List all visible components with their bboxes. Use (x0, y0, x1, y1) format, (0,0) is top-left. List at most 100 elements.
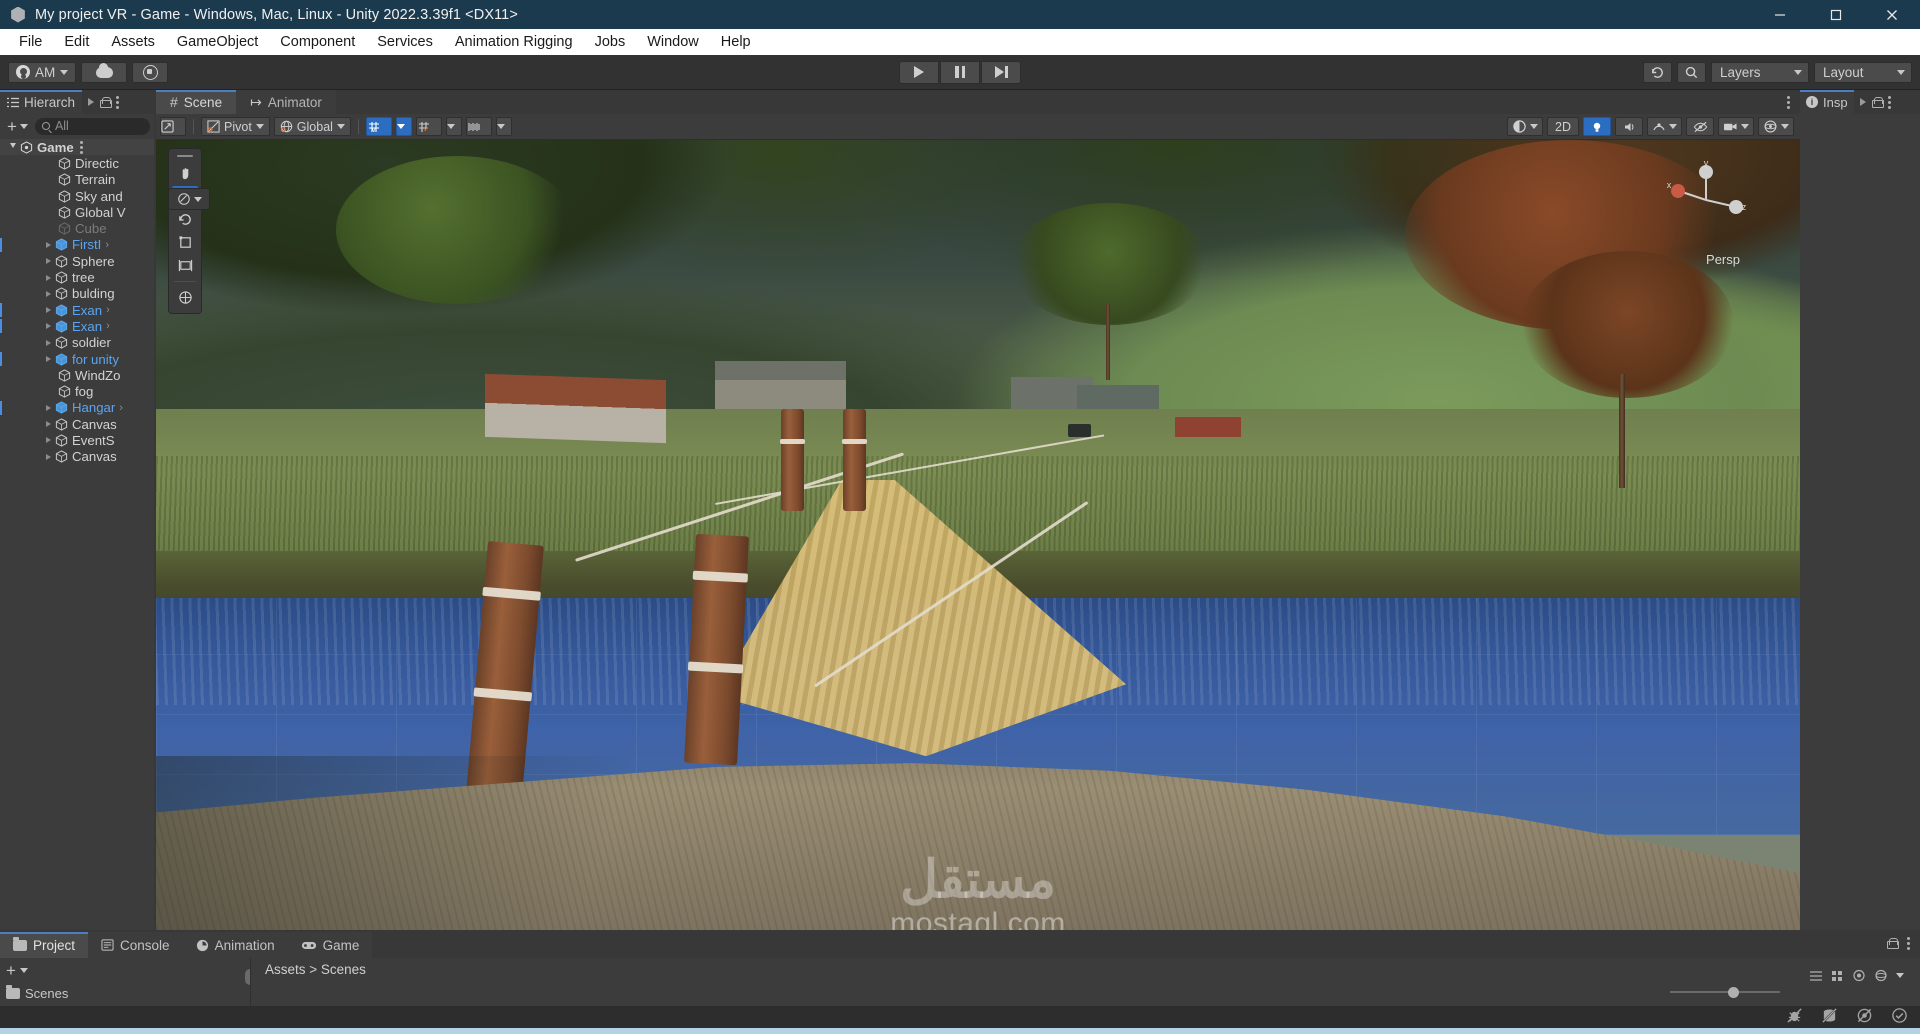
kebab-menu-icon[interactable] (1787, 96, 1790, 109)
lock-icon[interactable] (100, 96, 113, 108)
hierarchy-root-row[interactable]: Game (0, 139, 154, 156)
foldout-icon[interactable] (46, 453, 51, 460)
snap-increment-dropdown[interactable] (445, 117, 462, 136)
menu-animation-rigging[interactable]: Animation Rigging (444, 32, 584, 52)
grid-snapping-button[interactable]: v (365, 117, 392, 136)
transform-tool[interactable] (172, 287, 198, 308)
thumbnail-size-slider[interactable] (1670, 986, 1780, 998)
snap-increment-button[interactable] (415, 117, 442, 136)
kebab-menu-icon[interactable] (116, 95, 120, 109)
hierarchy-row[interactable]: Exan › (0, 318, 154, 334)
history-button[interactable] (1643, 61, 1672, 83)
scale-tool[interactable] (172, 232, 198, 253)
close-icon[interactable] (1864, 0, 1920, 29)
scene-view-options-button[interactable] (168, 188, 210, 210)
hierarchy-row[interactable]: Directic (0, 155, 154, 171)
hierarchy-row[interactable]: FirstI › (0, 237, 154, 253)
foldout-icon[interactable] (46, 258, 51, 265)
maximize-icon[interactable] (1808, 0, 1864, 29)
foldout-icon[interactable] (46, 339, 51, 346)
hidden-objects-toggle[interactable] (1686, 117, 1714, 136)
foldout-icon[interactable] (46, 290, 51, 297)
chevron-right-icon[interactable]: › (106, 320, 110, 332)
hierarchy-row[interactable]: Terrain (0, 172, 154, 188)
gizmos-dropdown[interactable] (1758, 117, 1794, 136)
hierarchy-row[interactable]: Canvas (0, 449, 154, 465)
layout-dropdown[interactable]: Layout (1814, 61, 1912, 83)
menu-gameobject[interactable]: GameObject (166, 32, 269, 52)
foldout-icon[interactable] (46, 307, 51, 314)
scene-viewport[interactable]: y z x Persp مستقل mostaql.com (156, 140, 1800, 930)
hierarchy-row[interactable]: Sky and (0, 188, 154, 204)
tab-scene[interactable]: # Scene (156, 90, 237, 114)
database-mute-icon[interactable] (1821, 1007, 1838, 1028)
project-add-button[interactable]: + (6, 962, 244, 979)
hierarchy-tree[interactable]: Game Directic Terrain Sky and Global V Cube F… (0, 138, 154, 930)
grid-view-icon[interactable] (1831, 970, 1844, 982)
menu-help[interactable]: Help (710, 32, 762, 52)
grid-visual-dropdown[interactable] (495, 117, 512, 136)
minimize-icon[interactable] (1752, 0, 1808, 29)
chevron-right-icon[interactable]: › (106, 304, 110, 316)
hierarchy-search-input[interactable]: All (34, 117, 150, 135)
hierarchy-row[interactable]: Hangar › (0, 400, 154, 416)
chevron-right-icon[interactable]: › (119, 402, 123, 414)
foldout-icon[interactable] (46, 274, 51, 281)
menu-component[interactable]: Component (269, 32, 366, 52)
rotate-tool[interactable] (172, 209, 198, 230)
account-button[interactable]: AM (8, 61, 77, 83)
hierarchy-row[interactable]: Exan › (0, 302, 154, 318)
hierarchy-row[interactable]: fog (0, 383, 154, 399)
foldout-open-icon[interactable] (10, 143, 16, 151)
chevron-down-icon[interactable] (1896, 973, 1904, 978)
scene-camera-icon[interactable] (1852, 969, 1866, 982)
draw-mode-dropdown[interactable] (1507, 117, 1543, 136)
menu-edit[interactable]: Edit (53, 32, 100, 52)
hierarchy-row[interactable]: Sphere (0, 253, 154, 269)
hierarchy-row[interactable]: EventS (0, 432, 154, 448)
kebab-menu-icon[interactable] (1907, 937, 1910, 950)
layers-dropdown[interactable]: Layers (1711, 61, 1809, 83)
hierarchy-row[interactable]: bulding (0, 286, 154, 302)
tab-console[interactable]: Console (88, 932, 183, 958)
toggle-2d-button[interactable]: 2D (1547, 117, 1579, 136)
project-content-pane[interactable]: Assets > Scenes (250, 958, 1920, 1006)
slider-knob[interactable] (1728, 986, 1739, 998)
tab-animation[interactable]: Animation (182, 932, 288, 958)
scene-orientation-gizmo[interactable]: y z x (1664, 158, 1748, 242)
kebab-menu-icon[interactable] (79, 140, 83, 154)
lock-icon[interactable] (1887, 938, 1899, 949)
tab-game[interactable]: Game (287, 932, 373, 958)
pivot-dropdown[interactable]: Pivot (201, 117, 270, 136)
hierarchy-row[interactable]: Canvas (0, 416, 154, 432)
tab-hierarchy[interactable]: Hierarch (0, 90, 83, 114)
scene-camera-dropdown[interactable] (1718, 117, 1754, 136)
audio-toggle[interactable] (1615, 117, 1643, 136)
palette-grip[interactable] (177, 155, 193, 157)
menu-services[interactable]: Services (366, 32, 444, 52)
menu-assets[interactable]: Assets (100, 32, 166, 52)
expand-arrow-icon[interactable] (88, 98, 95, 106)
chevron-right-icon[interactable]: › (105, 239, 109, 251)
global-dropdown[interactable]: Global (273, 117, 351, 136)
tab-project[interactable]: Project (0, 932, 89, 958)
hierarchy-row[interactable]: Global V (0, 204, 154, 220)
search-button[interactable] (1677, 61, 1706, 83)
menu-file[interactable]: File (8, 32, 53, 52)
rect-tool[interactable] (172, 255, 198, 276)
tab-animator[interactable]: ↦ Animator (236, 90, 336, 114)
foldout-icon[interactable] (46, 356, 51, 362)
foldout-icon[interactable] (46, 421, 51, 428)
foldout-icon[interactable] (46, 437, 51, 444)
pause-button[interactable] (940, 60, 980, 84)
step-button[interactable] (981, 60, 1021, 84)
effects-dropdown[interactable] (1647, 117, 1682, 136)
hierarchy-row[interactable]: WindZo (0, 367, 154, 383)
hierarchy-row[interactable]: for unity (0, 351, 154, 367)
menu-window[interactable]: Window (636, 32, 710, 52)
lighting-toggle[interactable] (1583, 117, 1611, 136)
hierarchy-row[interactable]: tree (0, 269, 154, 285)
gizmos-icon[interactable] (1874, 969, 1888, 982)
expand-arrow-icon[interactable] (1859, 98, 1866, 106)
project-tree-pane[interactable]: + Scenes (0, 958, 250, 1006)
